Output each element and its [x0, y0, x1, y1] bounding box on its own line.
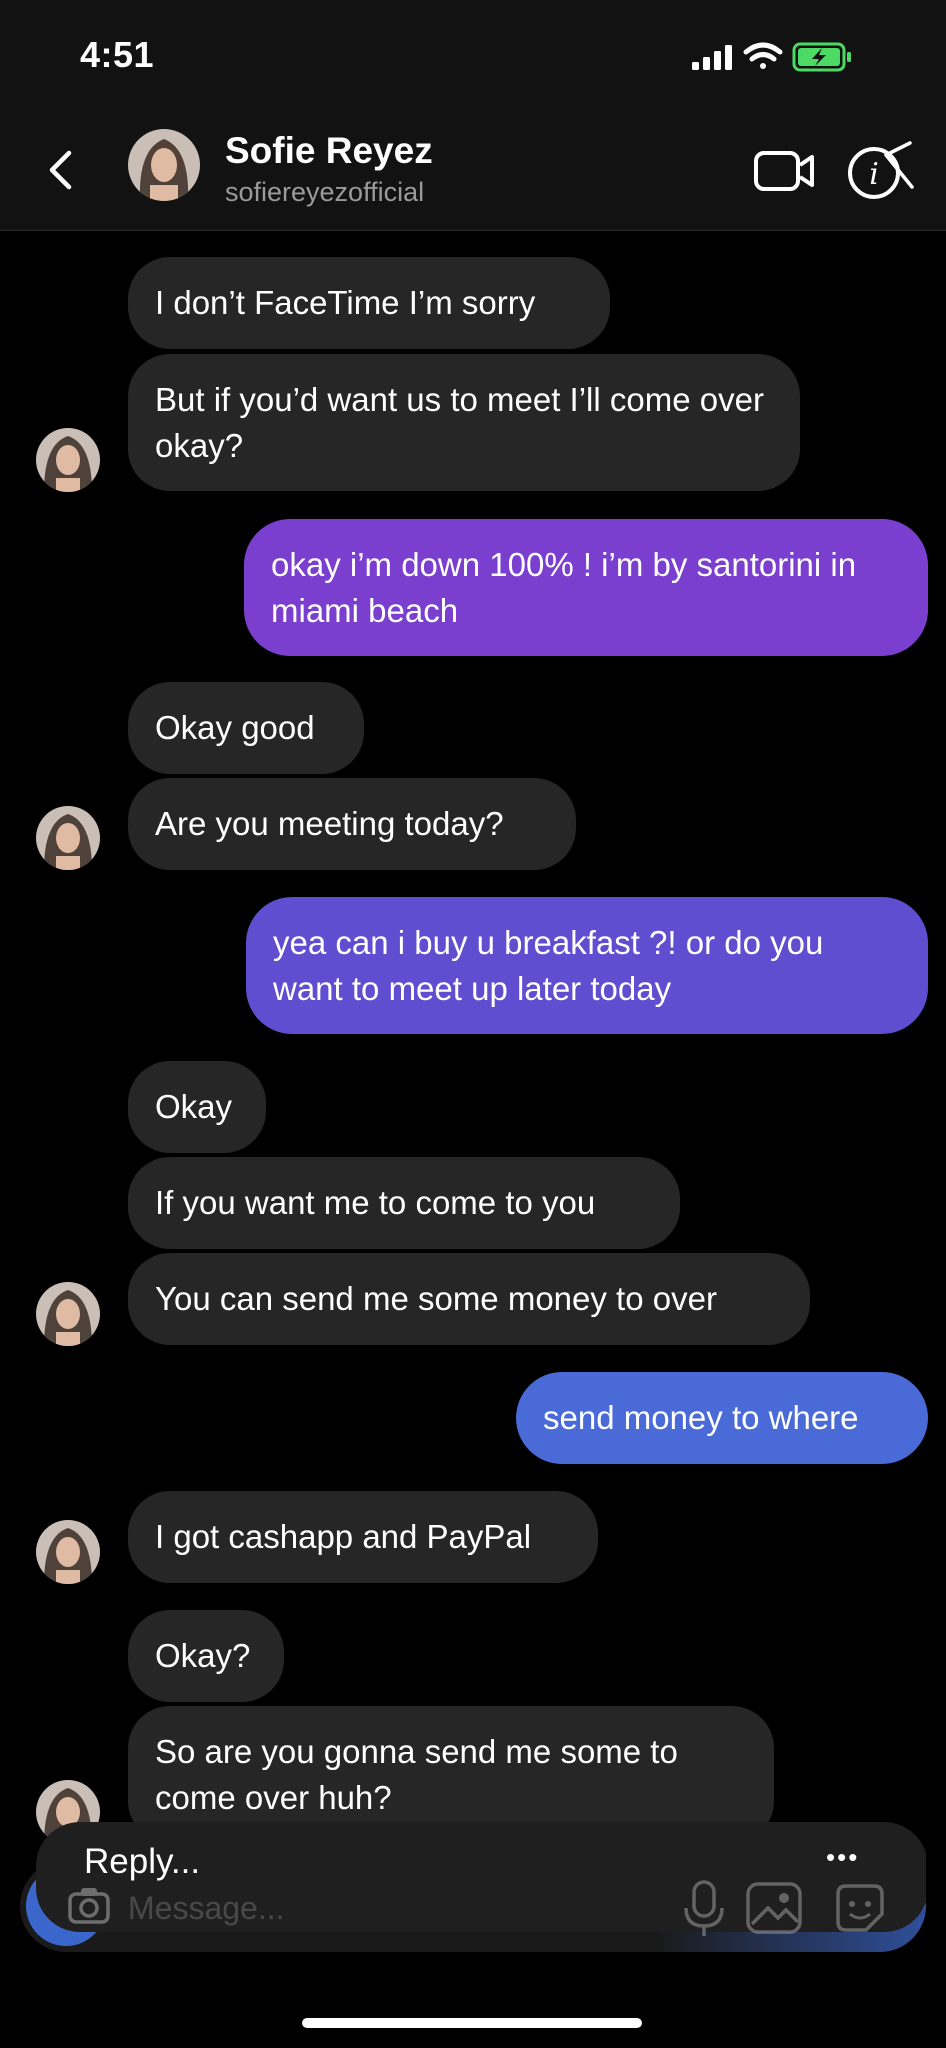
- contact-username[interactable]: sofiereyezofficial: [225, 177, 424, 208]
- sender-avatar[interactable]: [36, 1520, 100, 1584]
- outgoing-message-bubble[interactable]: yea can i buy u breakfast ?! or do you w…: [246, 897, 928, 1034]
- incoming-message-bubble[interactable]: If you want me to come to you: [128, 1157, 680, 1249]
- incoming-message-bubble[interactable]: You can send me some money to over: [128, 1253, 810, 1345]
- outgoing-message-bubble[interactable]: okay i’m down 100% ! i’m by santorini in…: [244, 519, 928, 656]
- info-icon[interactable]: i: [846, 139, 916, 203]
- message-text: If you want me to come to you: [155, 1184, 596, 1221]
- home-indicator: [302, 2018, 642, 2028]
- camera-icon[interactable]: [66, 1882, 112, 1928]
- incoming-message-bubble[interactable]: But if you’d want us to meet I’ll come o…: [128, 354, 800, 491]
- message-text: I got cashapp and PayPal: [155, 1518, 532, 1555]
- message-text: So are you gonna send me some to come ov…: [155, 1732, 678, 1816]
- contact-name[interactable]: Sofie Reyez: [225, 130, 433, 172]
- sender-avatar[interactable]: [36, 1282, 100, 1346]
- profile-avatar[interactable]: [128, 129, 200, 201]
- message-text: You can send me some money to over: [155, 1280, 717, 1317]
- status-bar: 4:51: [0, 0, 946, 115]
- message-text: I don’t FaceTime I’m sorry: [155, 284, 536, 321]
- message-text: Okay good: [155, 709, 315, 746]
- back-chevron-icon[interactable]: [38, 145, 88, 195]
- message-input[interactable]: Message...: [128, 1890, 285, 1927]
- incoming-message-bubble[interactable]: Okay?: [128, 1610, 284, 1702]
- svg-text:i: i: [869, 157, 879, 192]
- message-text: yea can i buy u breakfast ?! or do you w…: [273, 923, 824, 1007]
- status-icons: [692, 42, 851, 72]
- message-text: send money to where: [543, 1399, 859, 1436]
- battery-icon: [792, 42, 851, 72]
- video-call-icon[interactable]: [752, 145, 816, 197]
- incoming-message-bubble[interactable]: Okay good: [128, 682, 364, 774]
- signal-icon: [692, 45, 732, 70]
- incoming-message-bubble[interactable]: Are you meeting today?: [128, 778, 576, 870]
- message-text: But if you’d want us to meet I’ll come o…: [155, 380, 764, 464]
- gallery-icon[interactable]: [744, 1880, 804, 1936]
- incoming-message-bubble[interactable]: I got cashapp and PayPal: [128, 1491, 598, 1583]
- status-time: 4:51: [80, 34, 155, 75]
- sender-avatar[interactable]: [36, 428, 100, 492]
- message-text: Okay: [155, 1088, 233, 1125]
- reply-input[interactable]: Reply...: [84, 1842, 200, 1882]
- outgoing-message-bubble[interactable]: send money to where: [516, 1372, 928, 1464]
- incoming-message-bubble[interactable]: I don’t FaceTime I’m sorry: [128, 257, 610, 349]
- reply-composer: Message... Reply... •••: [20, 1822, 926, 1952]
- sender-avatar[interactable]: [36, 806, 100, 870]
- message-text: Are you meeting today?: [155, 805, 504, 842]
- incoming-message-bubble[interactable]: Okay: [128, 1061, 266, 1153]
- message-text: Okay?: [155, 1637, 251, 1674]
- message-text: okay i’m down 100% ! i’m by santorini in…: [271, 545, 857, 629]
- sticker-icon[interactable]: [832, 1880, 888, 1936]
- microphone-icon[interactable]: [676, 1878, 732, 1938]
- more-options-button[interactable]: •••: [826, 1842, 859, 1873]
- wifi-icon: [743, 42, 783, 69]
- chat-header: Sofie Reyez sofiereyezofficial i: [0, 115, 946, 231]
